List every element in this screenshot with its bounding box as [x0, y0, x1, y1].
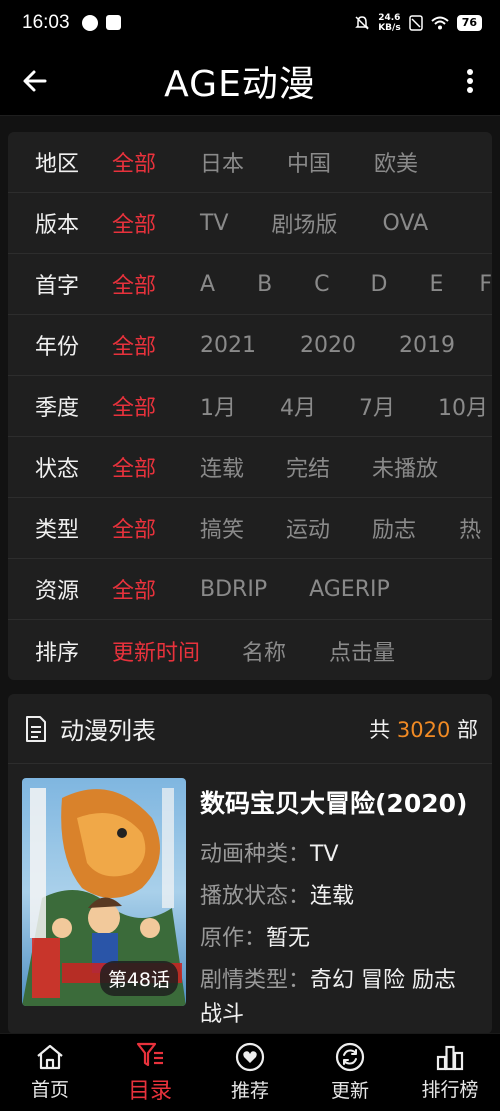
filter-option[interactable]: 全部 — [112, 451, 156, 483]
filter-option[interactable]: 搞笑 — [200, 512, 244, 544]
page-title: AGE动漫 — [164, 63, 316, 105]
anime-status: 播放状态：连载 — [200, 884, 355, 909]
bottom-navigation: 首页 目录 推荐 更新 排行榜 — [0, 1033, 500, 1111]
filter-option[interactable]: 全部 — [112, 573, 156, 605]
anime-poster[interactable]: 第48话 — [22, 778, 186, 1006]
filter-row-status: 状态 全部 连载 完结 未播放 — [8, 437, 492, 498]
filter-option[interactable]: 全部 — [112, 146, 156, 178]
filter-option[interactable]: 欧美 — [374, 146, 418, 178]
list-header: 动漫列表 共 3020 部 — [8, 694, 492, 764]
filter-row-version: 版本 全部 TV 剧场版 OVA — [8, 193, 492, 254]
nav-ranking[interactable]: 排行榜 — [400, 1034, 500, 1111]
app-notification-icon — [105, 15, 121, 30]
filter-option[interactable]: 运动 — [286, 512, 330, 544]
filter-row-genre: 类型 全部 搞笑 运动 励志 热 — [8, 498, 492, 559]
filter-row-resource: 资源 全部 BDRIP AGERIP — [8, 559, 492, 620]
filter-option[interactable]: F — [479, 272, 492, 297]
filter-option[interactable]: E — [430, 272, 444, 297]
filter-option[interactable]: 中国 — [287, 146, 331, 178]
filter-label: 首字 — [35, 274, 80, 299]
filter-label: 资源 — [35, 579, 80, 604]
network-speed: 24.6 KB/s — [378, 13, 401, 33]
battery-indicator: 76 — [456, 15, 482, 31]
filter-option[interactable]: 2019 — [399, 333, 455, 358]
filter-panel: 地区 全部 日本 中国 欧美 版本 全部 TV 剧场版 OVA 首字 全部 A … — [8, 132, 492, 680]
filter-label: 季度 — [35, 396, 80, 421]
anime-genre: 剧情类型：奇幻 冒险 励志 战斗 — [200, 968, 457, 1027]
filter-row-season: 季度 全部 1月 4月 7月 10月 — [8, 376, 492, 437]
filter-option[interactable]: 名称 — [242, 635, 286, 667]
filter-option[interactable]: TV — [200, 211, 229, 236]
filter-option[interactable]: 全部 — [112, 268, 156, 300]
filter-label: 类型 — [35, 518, 80, 543]
check-circle-icon — [81, 15, 98, 31]
filter-label: 版本 — [35, 213, 80, 238]
mute-bell-icon — [355, 16, 370, 30]
filter-option[interactable]: 励志 — [372, 512, 416, 544]
anime-info: 数码宝贝大冒险(2020) 动画种类：TV 播放状态：连载 原作：暂无 剧情类型… — [200, 778, 492, 1032]
filter-row-sort: 排序 更新时间 名称 点击量 — [8, 620, 492, 680]
filter-option[interactable]: OVA — [383, 211, 429, 236]
filter-option[interactable]: 2021 — [200, 333, 256, 358]
ranking-icon — [436, 1045, 464, 1071]
filter-option[interactable]: C — [314, 272, 329, 297]
filter-option[interactable]: 热 — [459, 512, 481, 544]
anime-type: 动画种类：TV — [200, 842, 339, 867]
anime-title[interactable]: 数码宝贝大冒险(2020) — [200, 784, 492, 820]
nav-update[interactable]: 更新 — [300, 1034, 400, 1111]
status-time: 16:03 — [22, 12, 70, 33]
filter-option[interactable]: 1月 — [200, 390, 236, 422]
anime-origin: 原作：暂无 — [200, 926, 311, 951]
home-icon — [37, 1044, 63, 1070]
filter-option[interactable]: BDRIP — [200, 577, 267, 602]
anime-list-item[interactable]: 第48话 数码宝贝大冒险(2020) 动画种类：TV 播放状态：连载 原作：暂无… — [8, 764, 492, 1032]
filter-option[interactable]: 全部 — [112, 329, 156, 361]
filter-option[interactable]: D — [371, 272, 388, 297]
filter-option[interactable]: 4月 — [280, 390, 316, 422]
anime-list-panel: 动漫列表 共 3020 部 第48话 数码宝贝大冒险(2020) 动画种类：TV… — [8, 694, 492, 1034]
filter-option[interactable]: A — [200, 272, 215, 297]
catalog-filter-icon — [136, 1042, 163, 1066]
filter-option[interactable]: AGERIP — [309, 577, 390, 602]
filter-row-region: 地区 全部 日本 中国 欧美 — [8, 132, 492, 193]
filter-option[interactable]: 日本 — [200, 146, 244, 178]
nav-home[interactable]: 首页 — [0, 1034, 100, 1111]
no-sim-icon — [408, 15, 423, 31]
filter-option[interactable]: 未播放 — [372, 451, 438, 483]
filter-option[interactable]: 更新时间 — [112, 635, 200, 667]
app-bar: AGE动漫 — [0, 46, 500, 116]
nav-recommend[interactable]: 推荐 — [200, 1034, 300, 1111]
refresh-icon — [335, 1042, 365, 1072]
more-vertical-icon — [467, 68, 473, 93]
filter-option[interactable]: B — [257, 272, 272, 297]
filter-option[interactable]: 全部 — [112, 390, 156, 422]
filter-label: 排序 — [35, 640, 80, 666]
filter-option[interactable]: 点击量 — [329, 635, 395, 667]
filter-option[interactable]: 连载 — [200, 451, 244, 483]
filter-option[interactable]: 全部 — [112, 207, 156, 239]
filter-option[interactable]: 7月 — [359, 390, 395, 422]
filter-option[interactable]: 2020 — [300, 333, 356, 358]
filter-label: 地区 — [35, 152, 80, 177]
filter-option[interactable]: 完结 — [286, 451, 330, 483]
filter-option[interactable]: 10月 — [438, 390, 488, 422]
document-list-icon — [26, 715, 46, 742]
wifi-icon — [431, 16, 449, 30]
more-options-button[interactable] — [440, 68, 500, 94]
filter-row-initial: 首字 全部 A B C D E F — [8, 254, 492, 315]
filter-row-year: 年份 全部 2021 2020 2019 2 — [8, 315, 492, 376]
heart-icon — [235, 1042, 265, 1072]
filter-label: 状态 — [35, 457, 80, 482]
filter-label: 年份 — [35, 335, 80, 360]
list-title: 动漫列表 — [60, 717, 156, 745]
filter-option[interactable]: 剧场版 — [272, 207, 338, 239]
status-bar: 16:03 24.6 KB/s 76 — [0, 0, 500, 46]
total-count: 共 3020 部 — [369, 717, 478, 742]
nav-catalog[interactable]: 目录 — [100, 1034, 200, 1111]
filter-option[interactable]: 全部 — [112, 512, 156, 544]
episode-badge: 第48话 — [99, 961, 178, 996]
